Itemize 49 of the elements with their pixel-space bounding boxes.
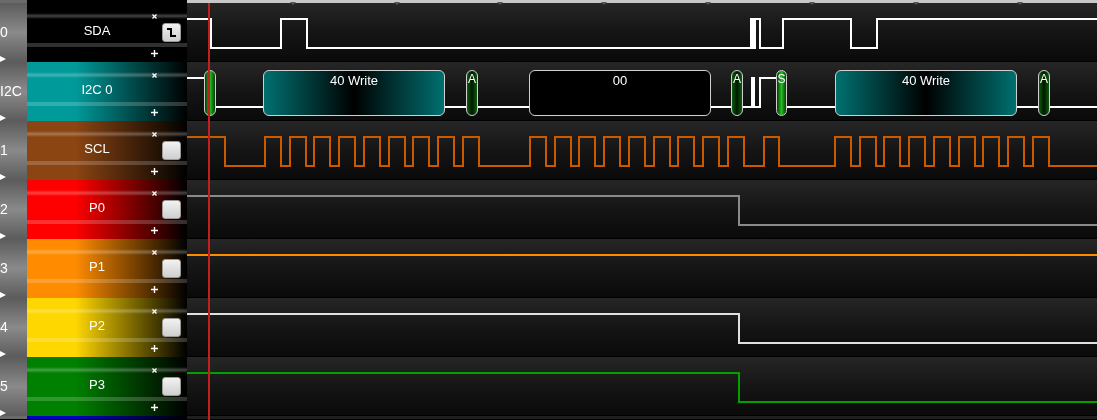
add-icon[interactable] [151, 168, 158, 175]
falling-edge-icon [166, 27, 177, 38]
expand-arrow-icon[interactable] [0, 233, 6, 239]
remove-icon[interactable] [152, 14, 157, 19]
ack-marker: A [731, 70, 743, 116]
add-icon[interactable] [151, 227, 158, 234]
channel-name: P2 [88, 318, 106, 334]
trigger-button[interactable] [162, 23, 181, 42]
expand-arrow-icon[interactable] [0, 174, 6, 180]
trigger-button[interactable] [162, 141, 181, 160]
expand-arrow-icon[interactable] [0, 115, 6, 121]
expand-arrow-icon[interactable] [0, 56, 6, 62]
expand-arrow-icon[interactable] [0, 351, 6, 357]
channel-index: 0 [0, 23, 8, 42]
channel-index: 3 [0, 259, 8, 278]
expand-arrow-icon[interactable] [0, 410, 6, 416]
add-icon[interactable] [151, 286, 158, 293]
channel-name: SDA [82, 23, 112, 39]
add-icon[interactable] [151, 109, 158, 116]
remove-icon[interactable] [152, 250, 157, 255]
remove-icon[interactable] [152, 191, 157, 196]
address-frame: 40 Write [835, 70, 1017, 116]
trigger-button[interactable] [162, 259, 181, 278]
channel-name: P0 [88, 200, 106, 216]
add-icon[interactable] [151, 345, 158, 352]
data-frame: 00 [529, 70, 711, 116]
expand-arrow-icon[interactable] [0, 292, 6, 298]
trigger-button[interactable] [162, 200, 181, 219]
start-marker: S [776, 70, 787, 116]
remove-icon[interactable] [152, 309, 157, 314]
address-frame: 40 Write [263, 70, 445, 116]
remove-icon[interactable] [152, 73, 157, 78]
channel-index: 5 [0, 377, 8, 396]
ack-marker: A [1038, 70, 1050, 116]
remove-icon[interactable] [152, 368, 157, 373]
trigger-button[interactable] [162, 318, 181, 337]
remove-icon[interactable] [152, 132, 157, 137]
channel-index: 1 [0, 141, 8, 160]
ack-marker: A [466, 70, 478, 116]
channel-name: P3 [88, 377, 106, 393]
add-icon[interactable] [151, 50, 158, 57]
channel-name: SCL [83, 141, 111, 157]
add-icon[interactable] [151, 404, 158, 411]
channel-name: I2C 0 [80, 82, 114, 98]
channel-index: 4 [0, 318, 8, 337]
trigger-button[interactable] [162, 377, 181, 396]
channel-index: I2C [0, 82, 22, 101]
channel-name: P1 [88, 259, 106, 275]
channel-index: 2 [0, 200, 8, 219]
